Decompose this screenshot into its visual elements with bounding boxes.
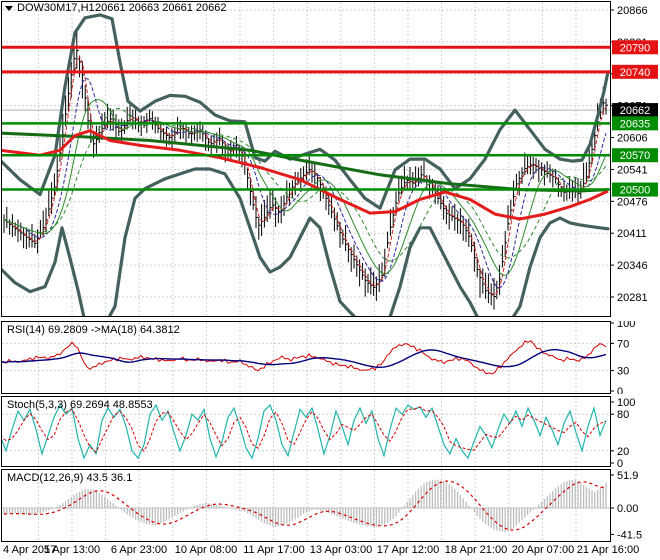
price-tick-label: 20541	[617, 164, 648, 176]
rsi-indicator-panel[interactable]: 100 70 30 0 RSI(14) 69.2809 ->MA(18) 64.381…	[0, 321, 660, 394]
ohlc-values-label: 20661 20663 20661 20662	[95, 2, 227, 14]
price-tick-label: 20346	[617, 260, 648, 272]
time-axis-label: 21 Apr 16:00	[576, 544, 640, 556]
indicator-tick-label: 0	[617, 386, 623, 394]
rsi-label: RSI(14) 69.2809 ->MA(18) 64.3812	[7, 324, 180, 336]
rsi-ma-line	[2, 348, 607, 369]
stoch-label: Stoch(5,3,3) 69.2694 48.8553	[7, 399, 153, 411]
macd-signal-line	[3, 480, 607, 531]
price-tick-label: 20476	[617, 196, 648, 208]
time-axis-label: 11 Apr 17:00	[243, 544, 305, 556]
indicator-tick-label: 100	[617, 321, 635, 330]
stochastic-indicator-panel[interactable]: 10080 200 Stoch(5,3,3) 69.2694 48.8553	[0, 396, 660, 467]
thin-ma-line	[3, 99, 607, 276]
indicator-tick-label: 30	[617, 366, 629, 378]
macd-scale: 51.9 0.00 -41.5	[610, 470, 642, 541]
price-badge-label: 20570	[620, 150, 651, 162]
chart-title[interactable]: DOW30M17,H1 20661 20663 20661 20662	[5, 2, 227, 14]
indicator-tick-label: -41.5	[617, 529, 642, 541]
price-tick-label: 20281	[617, 292, 648, 304]
main-grid	[2, 2, 610, 316]
time-axis-label: 10 Apr 08:00	[174, 544, 238, 556]
price-tick-label: 20866	[617, 5, 648, 17]
price-badge-label: 20500	[620, 185, 651, 197]
price-badge-label: 20790	[620, 42, 651, 54]
main-price-chart[interactable]: 2086620801207362067120606205412047620411…	[0, 0, 660, 318]
indicator-tick-label: 80	[617, 409, 629, 421]
price-tick-label: 20606	[617, 133, 648, 145]
time-axis-label: 6 Apr 23:00	[110, 544, 168, 556]
time-axis-label: 18 Apr 21:00	[444, 544, 508, 556]
rsi-scale: 100 70 30 0	[610, 321, 635, 394]
bollinger-lower-band	[2, 167, 610, 316]
time-axis-label: 5 Apr 13:00	[43, 544, 101, 556]
time-axis[interactable]: 4 Apr 2017 5 Apr 13:00 6 Apr 23:00 10 Ap…	[0, 542, 660, 560]
stoch-scale: 10080 200	[610, 397, 635, 467]
macd-histogram	[3, 479, 607, 533]
macd-indicator-panel[interactable]: 51.9 0.00 -41.5 MACD(12,26,9) 43.5 36.1	[0, 469, 660, 542]
time-axis-label: 13 Apr 03:00	[309, 544, 373, 556]
indicator-tick-label: 70	[617, 338, 629, 350]
time-axis-label: 17 Apr 12:00	[376, 544, 440, 556]
rsi-line	[2, 340, 607, 375]
indicator-tick-label: 51.9	[617, 470, 638, 482]
indicator-tick-label: 100	[617, 397, 635, 409]
price-badge-label: 20740	[620, 67, 651, 79]
price-badge-label: 20662	[620, 105, 651, 117]
price-tick-label: 20411	[617, 228, 647, 240]
trading-chart-window: 2086620801207362067120606205412047620411…	[0, 0, 660, 560]
macd-label: MACD(12,26,9) 43.5 36.1	[7, 472, 132, 484]
indicator-tick-label: 0	[617, 458, 623, 467]
price-badge-label: 20635	[620, 118, 651, 130]
time-axis-label: 20 Apr 07:00	[511, 544, 575, 556]
indicator-tick-label: 0.00	[617, 503, 638, 515]
symbol-period-label[interactable]: DOW30M17,H1	[17, 2, 95, 14]
indicator-tick-label: 20	[617, 446, 629, 458]
stoch-k-line	[2, 403, 607, 460]
